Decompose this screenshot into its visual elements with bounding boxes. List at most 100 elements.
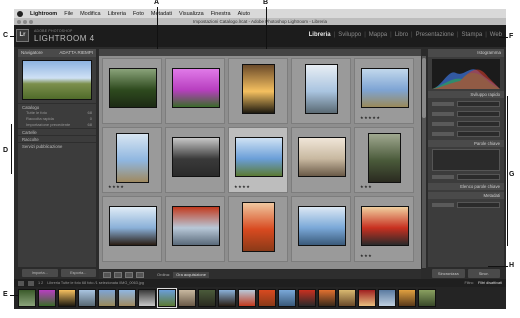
module-sviluppo[interactable]: Sviluppo — [338, 32, 361, 38]
field-value[interactable] — [457, 202, 500, 208]
grid-cell-forest[interactable] — [102, 58, 162, 124]
rating-stars[interactable]: ★★★★ — [108, 184, 124, 189]
grid-scrollbar[interactable] — [422, 56, 426, 268]
metadata-header[interactable]: Metadati — [428, 192, 504, 199]
compare-view-icon[interactable] — [125, 271, 133, 278]
photo-thumbnail[interactable] — [305, 64, 338, 114]
photo-thumbnail[interactable] — [172, 68, 220, 108]
filmstrip-thumbnail[interactable] — [418, 289, 436, 307]
collections-section-header[interactable]: Raccolte — [18, 135, 96, 142]
apple-icon[interactable] — [17, 10, 23, 17]
menu-modifica[interactable]: Modifica — [80, 11, 100, 17]
filmstrip-thumbnail[interactable] — [58, 289, 76, 307]
navigator-zoom-options[interactable]: ADATTA RIEMPI — [59, 49, 93, 57]
close-window-icon[interactable] — [17, 19, 21, 24]
page-2-icon[interactable] — [28, 280, 34, 286]
grid-cell-tree-trunk[interactable]: ★★★ — [354, 127, 414, 193]
filmstrip-thumbnail[interactable] — [258, 289, 276, 307]
grid-cell-snowy-trees[interactable] — [291, 58, 351, 124]
photo-thumbnail[interactable] — [361, 68, 409, 108]
folders-section-header[interactable]: Cartelle — [18, 128, 96, 135]
filmstrip-source[interactable]: Libreria Tutte le foto 68 foto /1 selezi… — [47, 281, 144, 285]
filmstrip-thumbnail[interactable] — [238, 289, 256, 307]
menu-aiuto[interactable]: Aiuto — [238, 11, 251, 17]
rating-stars[interactable]: ★★★★ — [234, 184, 250, 189]
grid-cell-golden-gate-b[interactable] — [228, 196, 288, 262]
rating-stars[interactable]: ★★★ — [360, 184, 372, 189]
photo-thumbnail[interactable] — [361, 206, 409, 246]
field-value[interactable] — [457, 121, 500, 127]
minimize-window-icon[interactable] — [23, 19, 27, 24]
grid-cell-sepia-trees[interactable] — [291, 127, 351, 193]
filmstrip-thumbnail[interactable] — [218, 289, 236, 307]
photo-thumbnail[interactable] — [242, 64, 275, 114]
export-button[interactable]: Esporta... — [60, 269, 96, 277]
grid-cell-red-tram[interactable]: ★★★ — [354, 196, 414, 262]
sync-settings-button[interactable]: Sincr. impostazioni — [467, 269, 500, 285]
field-value[interactable] — [457, 111, 500, 117]
keyword-list-header[interactable]: Elenco parole chiave — [428, 183, 504, 190]
filmstrip-thumbnail[interactable] — [18, 289, 36, 307]
filmstrip-thumbnail[interactable] — [358, 289, 376, 307]
scrollbar-thumb[interactable] — [422, 58, 426, 118]
photo-thumbnail[interactable] — [172, 206, 220, 246]
navigator-header[interactable]: Navigatore ADATTA RIEMPI — [18, 49, 96, 57]
survey-view-icon[interactable] — [136, 271, 144, 278]
loupe-view-icon[interactable] — [114, 271, 122, 278]
filmstrip-thumbnail[interactable] — [278, 289, 296, 307]
grid-cell-ocean-horizon[interactable] — [291, 196, 351, 262]
menu-metadati[interactable]: Metadati — [151, 11, 172, 17]
filmstrip-thumbnail[interactable] — [318, 289, 336, 307]
photo-thumbnail[interactable] — [172, 137, 220, 177]
menu-visualizza[interactable]: Visualizza — [179, 11, 204, 17]
filmstrip-thumbnail[interactable] — [78, 289, 96, 307]
histogram-header[interactable]: Istogramma — [428, 49, 504, 57]
module-mappa[interactable]: Mappa — [369, 32, 387, 38]
module-stampa[interactable]: Stampa — [462, 32, 483, 38]
grid-cell-sunset-trees[interactable] — [228, 58, 288, 124]
rating-stars[interactable]: ★★★★★ — [360, 115, 380, 120]
filmstrip-thumbnail[interactable] — [178, 289, 196, 307]
filmstrip-thumbnail[interactable] — [338, 289, 356, 307]
menu-libreria[interactable]: Libreria — [108, 11, 126, 17]
page-1-icon[interactable] — [18, 280, 24, 286]
photo-thumbnail[interactable] — [109, 68, 157, 108]
grid-cell-green-hills[interactable]: ★★★★ — [228, 127, 288, 193]
photo-thumbnail[interactable] — [368, 133, 401, 183]
module-libreria[interactable]: Libreria — [309, 32, 331, 38]
sync-metadata-button[interactable]: Sincronizza — [432, 269, 465, 278]
photo-thumbnail[interactable] — [242, 202, 275, 252]
filmstrip-thumbnail[interactable] — [138, 289, 156, 307]
page-numbers[interactable]: 1 2 — [38, 281, 43, 285]
filmstrip-thumbnail[interactable] — [157, 288, 177, 308]
sort-select[interactable]: Ora acquisizione — [173, 271, 209, 278]
grid-cell-golden-gate-a[interactable] — [165, 196, 225, 262]
keywords-header[interactable]: Parole chiave — [428, 140, 504, 147]
menu-app-name[interactable]: Lightroom — [30, 11, 57, 17]
filmstrip-thumbnail[interactable] — [298, 289, 316, 307]
filter-select[interactable]: Filtri disattivati — [478, 281, 502, 285]
menu-foto[interactable]: Foto — [133, 11, 144, 17]
module-presentazione[interactable]: Presentazione — [416, 32, 454, 38]
photo-thumbnail[interactable] — [109, 206, 157, 246]
navigator-preview[interactable] — [22, 60, 92, 100]
catalog-section-header[interactable]: Catalogo — [18, 103, 96, 110]
photo-thumbnail[interactable] — [298, 206, 346, 246]
filmstrip-thumbnail[interactable] — [398, 289, 416, 307]
grid-cell-stormy-sky[interactable] — [165, 127, 225, 193]
grid-cell-lone-tree[interactable]: ★★★★ — [102, 127, 162, 193]
menu-finestra[interactable]: Finestra — [211, 11, 231, 17]
filmstrip-thumbnail[interactable] — [118, 289, 136, 307]
grid-view-icon[interactable] — [103, 271, 111, 278]
photo-thumbnail[interactable] — [235, 137, 283, 177]
photo-thumbnail[interactable] — [116, 133, 149, 183]
import-button[interactable]: Importa... — [22, 269, 58, 277]
field-value[interactable] — [457, 101, 500, 107]
keywords-box[interactable] — [432, 149, 500, 171]
field-value[interactable] — [457, 131, 500, 137]
filmstrip-thumbnail[interactable] — [38, 289, 56, 307]
grid-cell-purple-flower[interactable] — [165, 58, 225, 124]
rating-stars[interactable]: ★★★ — [360, 253, 372, 258]
filter-bar[interactable] — [99, 49, 421, 56]
field-value[interactable] — [457, 174, 500, 180]
